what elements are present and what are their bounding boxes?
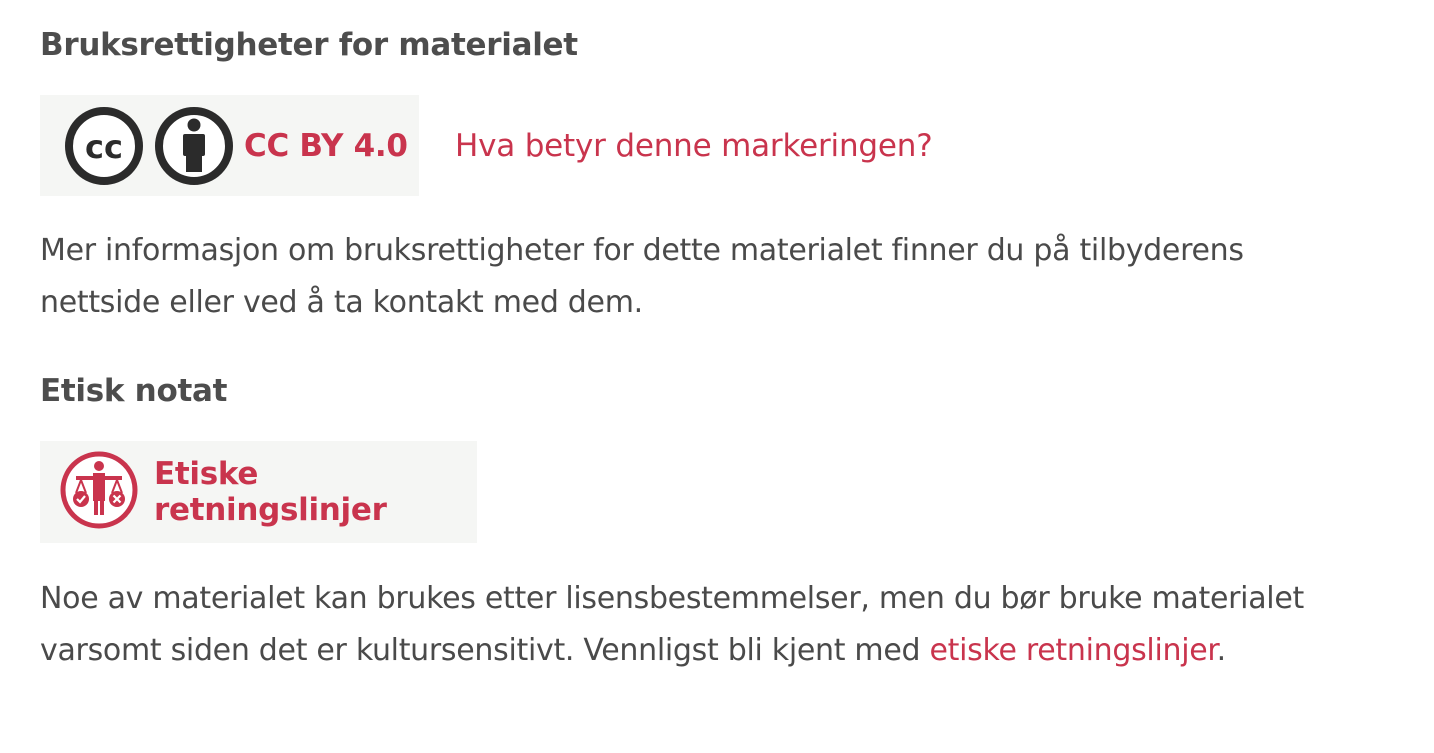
- rights-description: Mer informasjon om bruksrettigheter for …: [40, 233, 1244, 320]
- license-help-link[interactable]: Hva betyr denne markeringen?: [455, 128, 933, 164]
- ethics-note-end: .: [1216, 633, 1227, 668]
- ethics-guidelines-label[interactable]: Etiske retningslinjer: [154, 456, 477, 528]
- cc-icon: cc: [64, 106, 144, 186]
- ethics-guidelines-link[interactable]: etiske retningslinjer: [930, 633, 1217, 668]
- attribution-person-icon: [154, 106, 234, 186]
- rights-heading: Bruksrettigheter for materialet: [40, 27, 578, 63]
- ethics-scale-icon: [58, 449, 140, 535]
- license-badge[interactable]: cc CC BY 4.0: [40, 95, 419, 196]
- svg-text:cc: cc: [85, 128, 123, 166]
- ethics-guidelines-button[interactable]: Etiske retningslinjer: [40, 441, 477, 543]
- license-row: cc CC BY 4.0 Hva betyr denne markeringen…: [40, 95, 933, 196]
- ethics-heading: Etisk notat: [40, 373, 228, 409]
- ethics-note: Noe av materialet kan brukes etter lisen…: [40, 573, 1400, 677]
- license-label[interactable]: CC BY 4.0: [244, 128, 408, 164]
